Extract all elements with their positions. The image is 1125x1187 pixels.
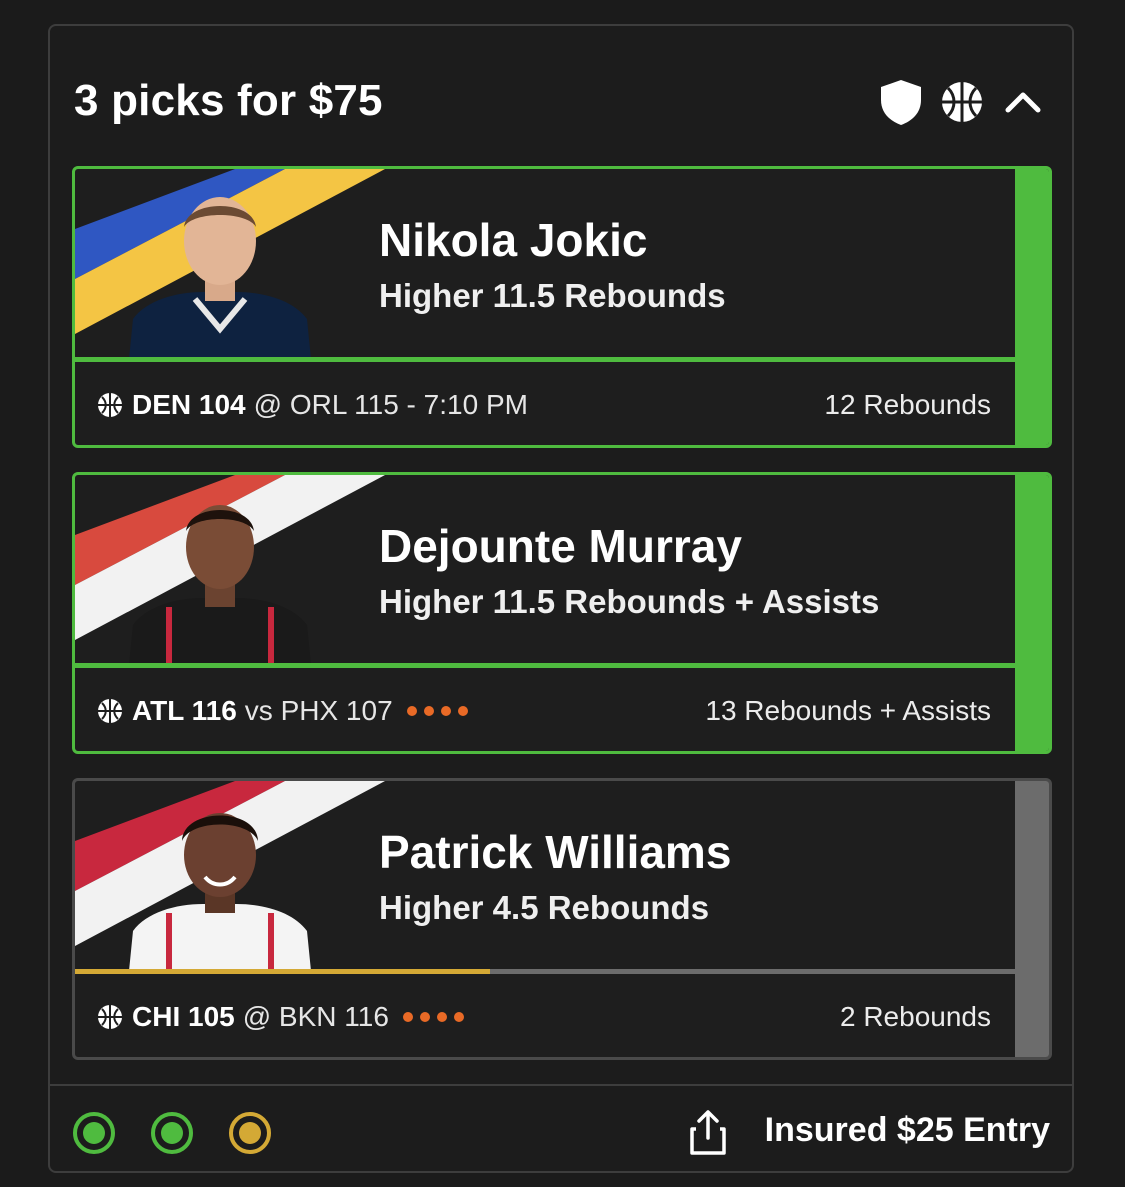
pick-card[interactable]: Nikola Jokic Higher 11.5 Rebounds DEN 10… (72, 166, 1052, 448)
status-stripe (1015, 475, 1049, 751)
basketball-icon (98, 393, 122, 417)
matchup: @ BKN 116 (242, 1001, 389, 1032)
basketball-icon[interactable] (940, 80, 984, 124)
team-score: ATL 116 (132, 695, 237, 726)
pick-card[interactable]: Patrick Williams Higher 4.5 Rebounds CHI… (72, 778, 1052, 1060)
footer-divider (50, 1084, 1072, 1086)
game-info: CHI 105 @ BKN 116 (97, 1001, 471, 1033)
status-stripe (1015, 169, 1049, 445)
player-headshot (129, 197, 311, 359)
status-circle-icon (151, 1112, 193, 1154)
game-info: ATL 116 vs PHX 107 (97, 695, 475, 727)
player-headshot (129, 813, 311, 971)
live-indicator (402, 1012, 471, 1022)
header-icons (878, 78, 1042, 126)
pick-divider (75, 663, 1018, 668)
status-stripe (1015, 781, 1049, 1057)
player-name: Dejounte Murray (379, 520, 742, 572)
stat-result: 12 Rebounds (824, 389, 991, 420)
player-name: Patrick Williams (379, 826, 732, 878)
entry-type-label: Insured $25 Entry (764, 1111, 1050, 1149)
basketball-icon (98, 1005, 122, 1029)
live-indicator (406, 706, 475, 716)
progress-track (75, 969, 1018, 974)
shield-icon[interactable] (878, 78, 924, 126)
chevron-up-icon[interactable] (1004, 90, 1042, 114)
matchup: @ ORL 115 - 7:10 PM (253, 389, 528, 420)
share-icon[interactable] (690, 1109, 726, 1155)
pick-line: Higher 11.5 Rebounds (379, 277, 726, 314)
progress-bar (75, 969, 490, 974)
player-name: Nikola Jokic (379, 214, 648, 266)
pick-line: Higher 11.5 Rebounds + Assists (379, 583, 880, 620)
player-headshot (129, 505, 311, 665)
team-score: CHI 105 (132, 1001, 235, 1032)
pick-divider (75, 357, 1018, 362)
status-circle-icon (229, 1112, 271, 1154)
entry-card: 3 picks for $75 Nikola Jokic Higher 11.5… (48, 24, 1074, 1173)
basketball-icon (98, 699, 122, 723)
entry-title: 3 picks for $75 (74, 76, 383, 125)
stat-result: 13 Rebounds + Assists (705, 695, 991, 726)
team-score: DEN 104 (132, 389, 246, 420)
pick-status-circles (72, 1111, 306, 1155)
game-info: DEN 104 @ ORL 115 - 7:10 PM (97, 389, 528, 421)
status-circle-icon (73, 1112, 115, 1154)
stat-result: 2 Rebounds (839, 1001, 991, 1032)
pick-line: Higher 4.5 Rebounds (379, 889, 710, 926)
pick-card[interactable]: Dejounte Murray Higher 11.5 Rebounds + A… (72, 472, 1052, 754)
matchup: vs PHX 107 (244, 695, 393, 726)
